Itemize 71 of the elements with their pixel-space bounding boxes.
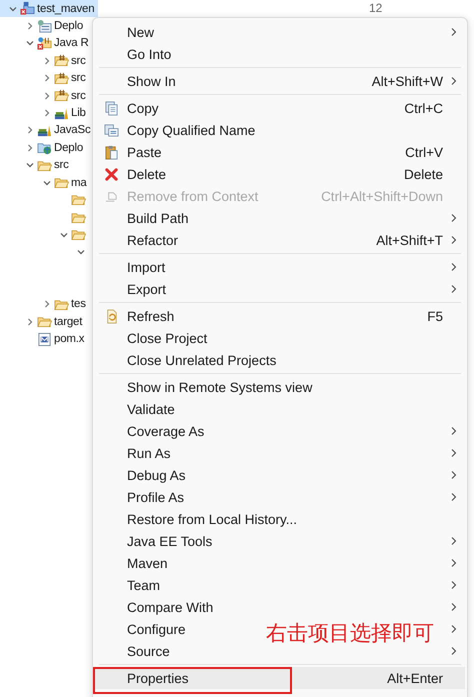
chevron-icon[interactable] (42, 299, 52, 310)
chevron-icon[interactable] (42, 90, 52, 101)
project-icon (20, 1, 35, 16)
java-resources-icon (37, 36, 52, 51)
menu-item[interactable]: Source (127, 644, 170, 658)
menu-item[interactable]: Coverage As (127, 424, 204, 438)
menu-item[interactable]: Properties Alt+Enter (95, 667, 465, 689)
menu-item[interactable]: Validate (127, 402, 175, 416)
copy-icon (104, 122, 118, 138)
delete-icon (104, 166, 118, 182)
menu-item[interactable]: Refresh (127, 308, 174, 324)
tree-item[interactable]: Java R (54, 37, 89, 50)
package-folder-icon (54, 53, 69, 68)
tree-item[interactable]: JavaSc (54, 124, 91, 136)
menu-item[interactable]: Show In (127, 74, 176, 88)
tree-item[interactable]: test_maven (0, 0, 98, 18)
menu-item[interactable]: Copy Qualified Name (127, 122, 256, 138)
menu-item[interactable]: Import (127, 260, 166, 274)
shortcut-label: Ctrl+V (405, 144, 443, 160)
shortcut-label: Ctrl+Alt+Shift+Down (321, 188, 443, 204)
chevron-icon[interactable] (42, 108, 52, 118)
menu-item[interactable]: Maven (127, 556, 168, 570)
menu-item[interactable]: Configure (127, 622, 186, 636)
menu-item[interactable]: Java EE Tools (127, 534, 212, 548)
shortcut-label: Delete (404, 166, 443, 182)
menu-item[interactable]: Build Path (127, 210, 189, 226)
tree-item[interactable]: src (71, 72, 86, 84)
shortcut-label: Alt+Shift+W (372, 74, 443, 88)
chevron-icon[interactable] (42, 56, 52, 66)
menu-item[interactable]: Delete (127, 166, 166, 182)
menu-item[interactable]: Close Project (127, 330, 208, 346)
maven-file-icon (37, 332, 52, 347)
chevron-icon[interactable] (42, 73, 52, 84)
annotation-text: 右击项目选择即可 (266, 620, 434, 647)
tree-item[interactable]: src (71, 54, 86, 67)
tree-item[interactable]: ma (71, 176, 87, 189)
menu-item[interactable]: Go Into (127, 46, 172, 62)
line-number: 12 (369, 1, 382, 15)
menu-item[interactable]: Export (127, 282, 166, 296)
menu-item[interactable]: Restore from Local History... (127, 512, 298, 526)
tree-item[interactable]: pom.x (54, 333, 84, 346)
chevron-icon[interactable] (25, 125, 35, 136)
package-folder-icon (54, 70, 69, 86)
shortcut-label: Alt+Shift+T (376, 232, 443, 248)
menu-item[interactable]: Debug As (127, 468, 186, 482)
menu-item[interactable]: New (127, 24, 154, 40)
copy-icon (104, 100, 118, 116)
menu-item[interactable]: Copy (127, 100, 159, 116)
tree-item[interactable]: target (54, 316, 82, 328)
tree-item[interactable]: src (54, 159, 69, 172)
menu-item[interactable]: Team (127, 578, 160, 592)
menu-item[interactable]: Profile As (127, 490, 184, 504)
chevron-icon[interactable] (25, 316, 35, 327)
package-folder-icon (54, 88, 69, 104)
menu-item[interactable]: Show in Remote Systems view (127, 380, 312, 394)
shortcut-label: Ctrl+C (404, 100, 443, 116)
menu-item[interactable]: Run As (127, 446, 171, 460)
chevron-icon[interactable] (25, 142, 35, 153)
chevron-icon[interactable] (25, 21, 35, 32)
menu-item[interactable]: Compare With (127, 600, 214, 614)
menu-item[interactable]: Close Unrelated Projects (127, 352, 276, 368)
tree-item[interactable]: src (71, 90, 86, 102)
menu-item[interactable]: Paste (127, 144, 162, 160)
shortcut-label: F5 (427, 308, 443, 324)
menu-item[interactable]: Refactor (127, 232, 178, 248)
descriptor-icon (37, 18, 52, 34)
tree-item[interactable]: tes (71, 298, 86, 310)
tree-item[interactable]: Deplo (54, 20, 84, 32)
clipboard-icon (104, 144, 118, 160)
tree-item[interactable]: Lib (71, 107, 86, 120)
tree-item[interactable]: Deplo (54, 142, 84, 154)
